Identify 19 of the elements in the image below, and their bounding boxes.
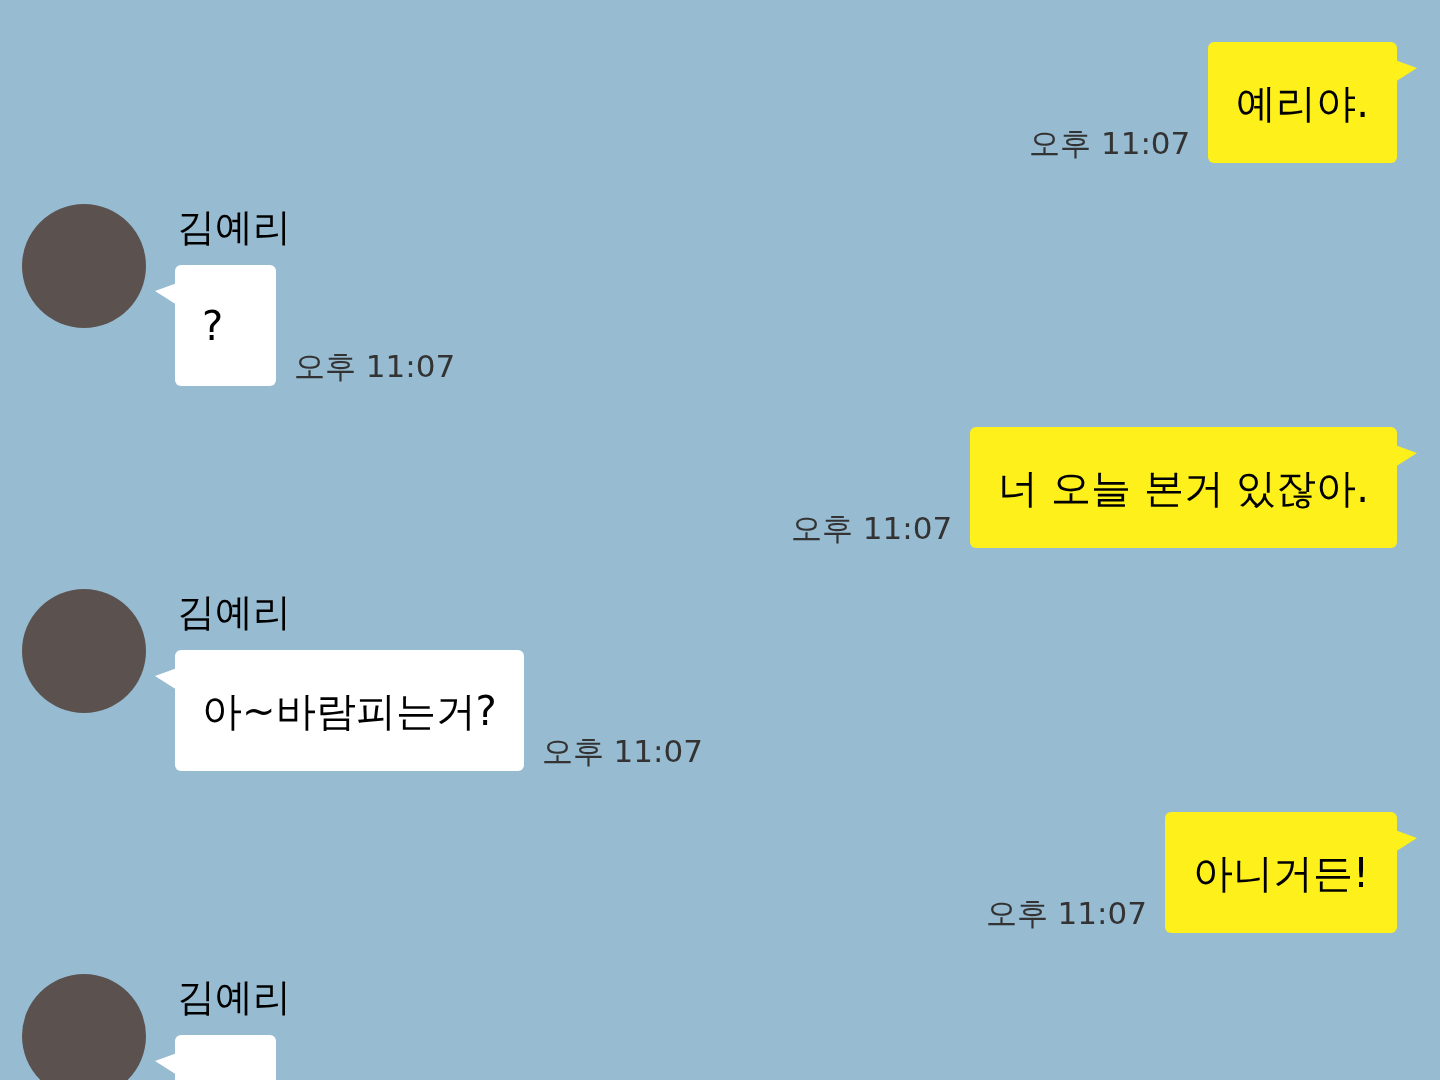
received-message-bubble: 아~바람피는거? xyxy=(175,650,524,771)
message-time: 오후 11:07 xyxy=(294,351,456,382)
received-message-bubble: ? xyxy=(175,265,276,386)
bubble-tail xyxy=(1395,830,1417,852)
bubble-tail xyxy=(1395,60,1417,82)
bubble-tail xyxy=(155,668,177,690)
sent-message-bubble: 너 오늘 본거 있잖아. xyxy=(970,427,1397,548)
sender-name: 김예리 xyxy=(177,208,292,251)
sender-name: 김예리 xyxy=(177,593,292,636)
sent-message-bubble: 아니거든! xyxy=(1164,812,1397,933)
bubble-tail xyxy=(155,283,177,305)
message-time: 오후 11:07 xyxy=(1029,128,1191,159)
bubble-tail xyxy=(1395,445,1417,467)
sent-message-bubble: 예리야. xyxy=(1208,42,1397,163)
bubble-tail xyxy=(155,1053,177,1075)
sender-name: 김예리 xyxy=(177,978,291,1021)
message-time: 오후 11:07 xyxy=(790,513,953,544)
message-time: 오후 11:07 xyxy=(985,898,1147,929)
message-time: 오후 11:07 xyxy=(541,736,703,767)
